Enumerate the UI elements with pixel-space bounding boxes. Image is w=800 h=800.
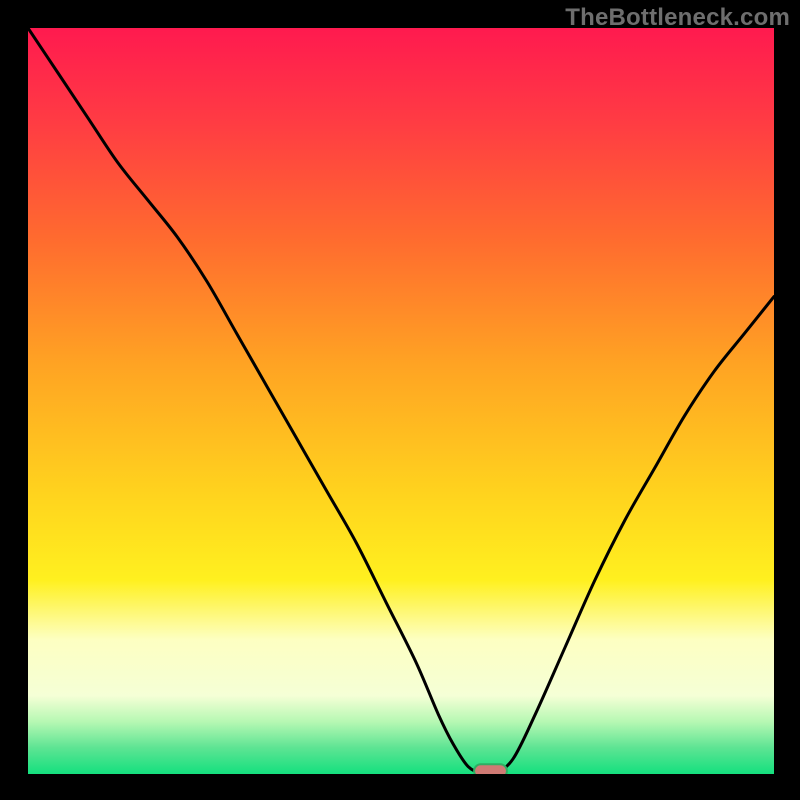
gradient-background [28, 28, 774, 774]
optimal-point-marker [474, 764, 507, 774]
chart-frame: TheBottleneck.com [0, 0, 800, 800]
plot-area [28, 28, 774, 774]
bottleneck-chart [28, 28, 774, 774]
watermark-label: TheBottleneck.com [565, 4, 790, 32]
